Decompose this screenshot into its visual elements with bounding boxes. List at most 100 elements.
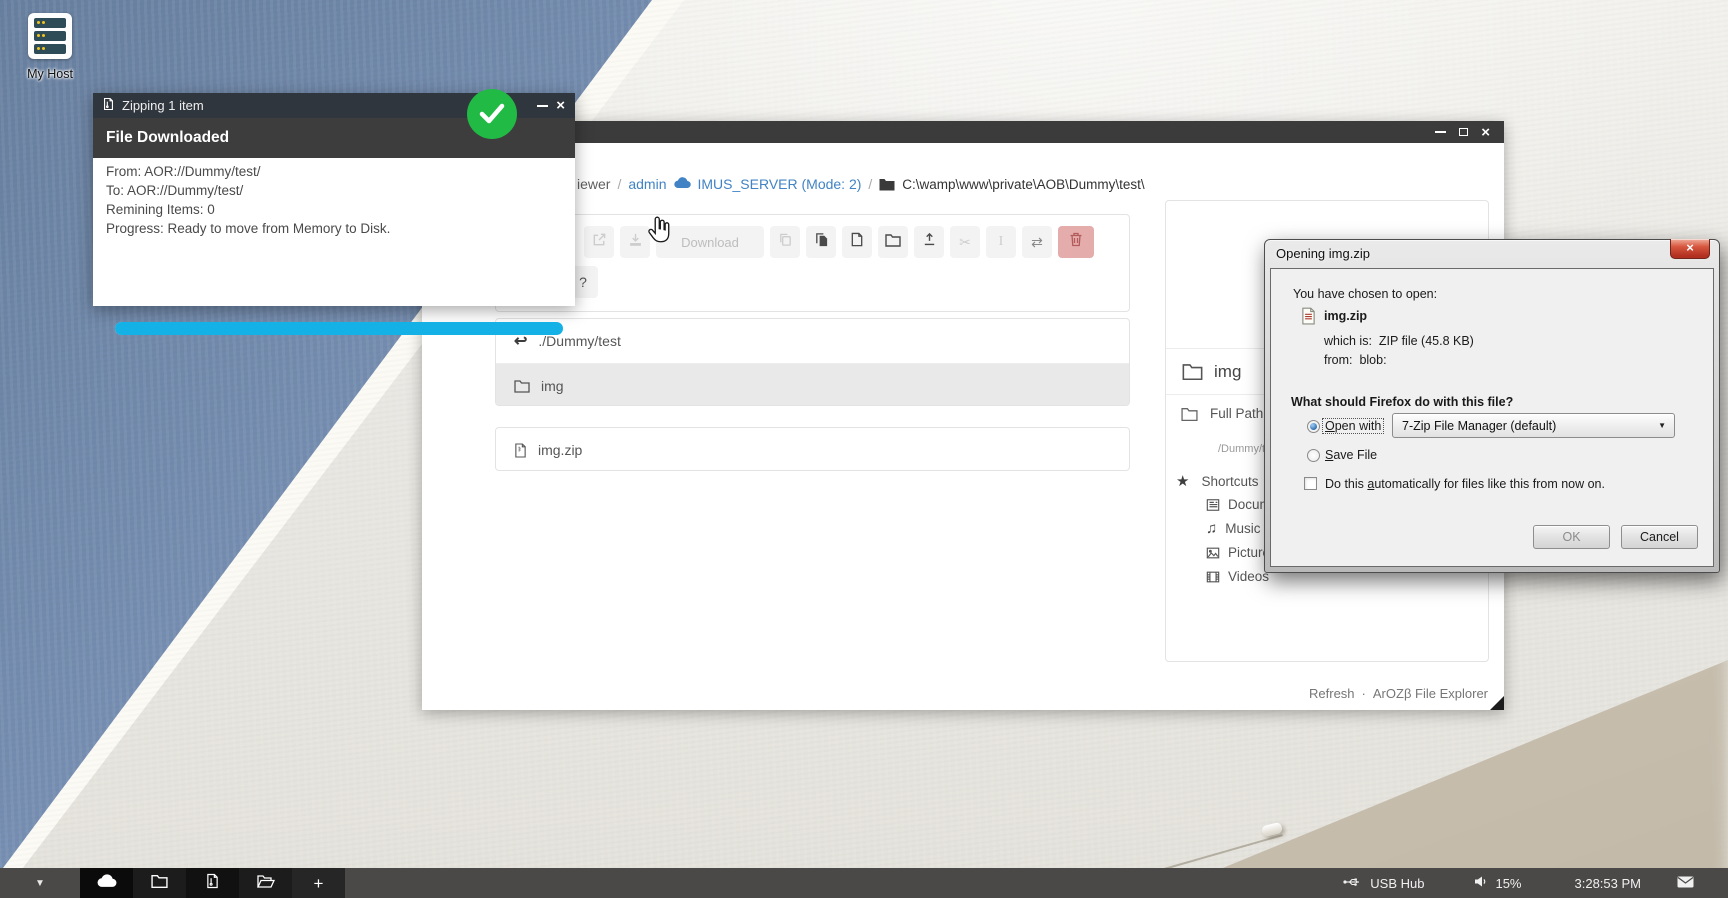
taskbar: ▼ + [0,868,1728,898]
upload-icon [922,232,937,252]
zip-file-icon [206,873,219,894]
taskbar-app-cloud[interactable] [80,868,133,898]
close-icon[interactable]: × [1670,239,1710,259]
server-icon [28,13,72,59]
file-list-card: ↩ ./Dummy/test img [495,318,1130,406]
taskbar-app-open-folder[interactable] [239,868,292,898]
pictures-icon [1206,546,1220,560]
usb-status[interactable]: USB Hub [1343,876,1424,891]
zip-from-line: From: AOR://Dummy/test/ [106,162,390,181]
dialog-type-value: ZIP file (45.8 KB) [1379,334,1474,348]
save-file-label[interactable]: Save File [1325,448,1377,462]
text-cursor-icon: I [999,235,1004,249]
breadcrumb-path: C:\wamp\www\private\AOB\Dummy\test\ [902,177,1144,192]
trash-icon [1069,232,1083,252]
folder-icon [151,874,168,893]
shortcut-videos[interactable]: Videos [1206,569,1269,584]
paste-button[interactable] [806,226,836,258]
clone-button[interactable] [770,226,800,258]
ok-button[interactable]: OK [1533,525,1610,549]
zip-file-icon [103,97,114,114]
taskbar-menu-button[interactable]: ▼ [0,868,80,898]
envelope-icon [1677,876,1694,891]
list-item-label: img.zip [538,442,582,458]
upload-button[interactable] [914,226,944,258]
videos-icon [1206,570,1220,584]
taskbar-app-folder[interactable] [133,868,186,898]
folder-icon [514,379,530,393]
zip-file-icon [1300,307,1317,325]
shortcut-music[interactable]: ♫ Music [1206,521,1261,536]
preview-title: img [1214,362,1241,382]
toolbar-card: Download ✂ [495,214,1130,312]
save-file-radio[interactable] [1307,449,1320,462]
zip-progress-line: Progress: Ready to move from Memory to D… [106,219,390,238]
desktop-icon-my-host[interactable]: My Host [10,13,90,81]
folder-icon [879,178,895,191]
new-file-icon [850,232,864,252]
speaker-icon [1474,875,1487,891]
open-folder-icon [257,874,275,893]
do-automatically-label[interactable]: Do this automatically for files like thi… [1325,477,1605,491]
minimize-icon[interactable] [537,105,548,107]
dialog-from-value: blob: [1359,353,1386,367]
open-with-radio[interactable] [1307,420,1320,433]
resize-handle[interactable] [1490,696,1504,710]
messages-button[interactable] [1677,876,1694,891]
cut-button[interactable]: ✂ [950,226,980,258]
app-name: ArOZβ File Explorer [1373,686,1488,701]
list-item-parent-dir[interactable]: ↩ ./Dummy/test [496,319,1129,363]
folder-icon [1181,407,1198,421]
external-link-icon [592,232,607,252]
taskbar-add-button[interactable]: + [292,868,345,898]
folder-icon [1182,363,1203,380]
close-icon[interactable]: × [1481,125,1490,140]
volume-status[interactable]: 15% [1474,875,1521,891]
dialog-question: What should Firefox do with this file? [1291,395,1513,409]
dialog-type-line: which is: ZIP file (45.8 KB) [1324,334,1474,348]
breadcrumb: iewer / admin IMUS_SERVER (Mode: 2) / C:… [577,174,1145,194]
open-with-select[interactable]: 7-Zip File Manager (default) ▼ [1392,413,1675,438]
zipping-body: From: AOR://Dummy/test/ To: AOR://Dummy/… [93,158,575,306]
refresh-link[interactable]: Refresh [1309,686,1355,701]
new-file-button[interactable] [842,226,872,258]
clone-icon [778,232,793,252]
progress-bar [115,322,563,335]
scissors-icon: ✂ [959,235,971,249]
close-icon[interactable]: × [556,98,565,113]
dialog-from-line: from: blob: [1324,353,1387,367]
breadcrumb-server-link[interactable]: IMUS_SERVER (Mode: 2) [698,176,862,192]
maximize-icon[interactable] [1459,128,1468,136]
cloud-icon [674,176,691,192]
minimize-icon[interactable] [1435,131,1446,133]
do-automatically-checkbox[interactable] [1304,477,1317,490]
new-folder-button[interactable] [878,226,908,258]
breadcrumb-prefix: iewer [577,176,610,192]
open-with-label[interactable]: Open with [1323,419,1383,433]
documents-icon [1206,498,1220,512]
rename-button[interactable]: I [986,226,1016,258]
taskbar-app-zip[interactable] [186,868,239,898]
zip-to-line: To: AOR://Dummy/test/ [106,181,390,200]
clock[interactable]: 3:28:53 PM [1575,876,1642,891]
list-item-folder-selected[interactable]: img [496,363,1129,406]
dialog-title: Opening img.zip [1276,246,1370,261]
full-path-row: Full Path [1181,406,1263,421]
music-note-icon: ♫ [1206,521,1217,536]
delete-button[interactable] [1058,226,1094,258]
breadcrumb-user-link[interactable]: admin [628,176,666,192]
file-list-card: img.zip [495,427,1130,471]
explorer-titlebar[interactable]: × [422,121,1504,143]
usb-icon [1343,876,1362,891]
success-check-icon [467,89,517,139]
chevron-down-icon: ▼ [1658,421,1666,430]
explorer-footer: Refresh · ArOZβ File Explorer [1309,686,1488,701]
list-item-zip-file[interactable]: img.zip [496,428,1129,471]
paste-icon [814,232,829,252]
swap-button[interactable]: ⇄ [1022,226,1052,258]
cancel-button[interactable]: Cancel [1621,525,1698,549]
open-external-button[interactable] [584,226,614,258]
desktop-screen: My Host × iewer / admin IMUS_SERVER (Mod… [0,0,1728,898]
new-folder-icon [885,233,901,252]
open-with-selected-value: 7-Zip File Manager (default) [1402,419,1556,433]
